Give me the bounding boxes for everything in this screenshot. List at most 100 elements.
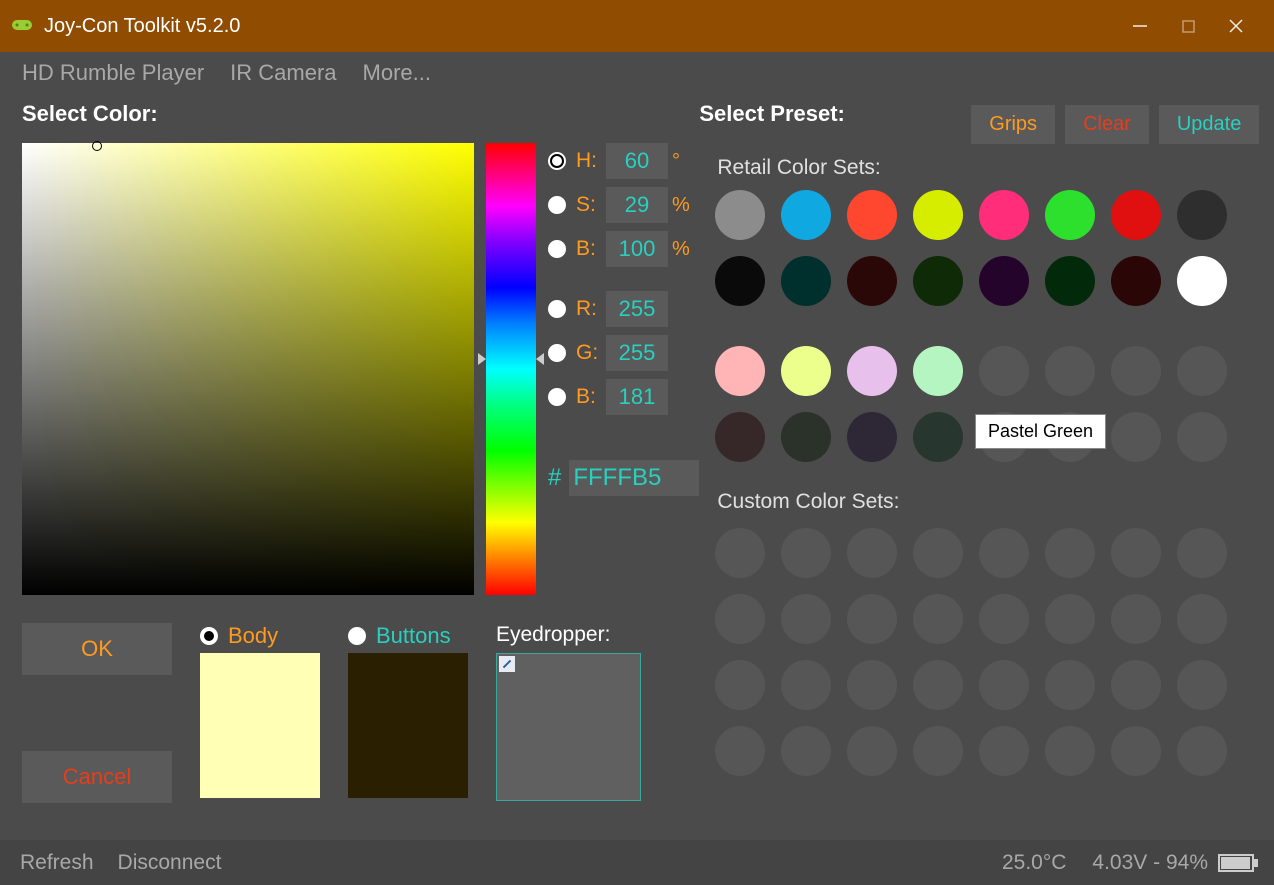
saturation-radio[interactable] — [548, 196, 566, 214]
buttons-radio[interactable] — [348, 627, 366, 645]
custom-preset-18[interactable] — [847, 660, 897, 710]
retail-preset-r2-2[interactable] — [847, 256, 897, 306]
tooltip-pastel-green: Pastel Green — [975, 414, 1106, 449]
brightness-label: B: — [576, 237, 602, 261]
buttons-swatch[interactable] — [348, 653, 468, 798]
update-button[interactable]: Update — [1159, 105, 1260, 144]
close-button[interactable] — [1226, 16, 1246, 36]
retail-preset-r1-7[interactable] — [1177, 190, 1227, 240]
brightness-input[interactable] — [606, 231, 668, 267]
red-label: R: — [576, 297, 602, 321]
retail-preset-r1-0[interactable] — [715, 190, 765, 240]
saturation-input[interactable] — [606, 187, 668, 223]
retail-preset-r1-2[interactable] — [847, 190, 897, 240]
saturation-value-picker[interactable] — [22, 143, 474, 595]
custom-preset-15[interactable] — [1177, 594, 1227, 644]
retail-empty-r3-1 — [1045, 346, 1095, 396]
green-input[interactable] — [606, 335, 668, 371]
custom-preset-28[interactable] — [979, 726, 1029, 776]
sv-cursor[interactable] — [92, 141, 102, 151]
brightness-unit: % — [672, 238, 690, 261]
minimize-button[interactable] — [1130, 16, 1150, 36]
custom-preset-13[interactable] — [1045, 594, 1095, 644]
retail-empty-r3-0 — [979, 346, 1029, 396]
menu-ir-camera[interactable]: IR Camera — [230, 60, 336, 86]
maximize-button[interactable] — [1178, 16, 1198, 36]
body-radio[interactable] — [200, 627, 218, 645]
custom-preset-16[interactable] — [715, 660, 765, 710]
retail-preset-r1-4[interactable] — [979, 190, 1029, 240]
cancel-button[interactable]: Cancel — [22, 751, 172, 803]
retail-preset-r2-1[interactable] — [781, 256, 831, 306]
retail-preset-r2-0[interactable] — [715, 256, 765, 306]
custom-preset-5[interactable] — [1045, 528, 1095, 578]
eyedropper-box[interactable] — [496, 653, 641, 801]
retail-preset-r4-0[interactable] — [715, 412, 765, 462]
retail-preset-r1-5[interactable] — [1045, 190, 1095, 240]
blue-input[interactable] — [606, 379, 668, 415]
blue-radio[interactable] — [548, 388, 566, 406]
refresh-link[interactable]: Refresh — [20, 851, 94, 875]
body-swatch[interactable] — [200, 653, 320, 798]
battery-icon — [1218, 854, 1254, 872]
custom-preset-26[interactable] — [847, 726, 897, 776]
custom-preset-23[interactable] — [1177, 660, 1227, 710]
retail-preset-r3-0[interactable] — [715, 346, 765, 396]
menu-hd-rumble[interactable]: HD Rumble Player — [22, 60, 204, 86]
brightness-radio[interactable] — [548, 240, 566, 258]
custom-preset-8[interactable] — [715, 594, 765, 644]
retail-preset-r2-5[interactable] — [1045, 256, 1095, 306]
retail-preset-r1-3[interactable] — [913, 190, 963, 240]
menu-more[interactable]: More... — [363, 60, 431, 86]
custom-preset-4[interactable] — [979, 528, 1029, 578]
retail-preset-r4-1[interactable] — [781, 412, 831, 462]
custom-preset-30[interactable] — [1111, 726, 1161, 776]
red-input[interactable] — [606, 291, 668, 327]
custom-preset-0[interactable] — [715, 528, 765, 578]
custom-preset-2[interactable] — [847, 528, 897, 578]
retail-preset-r3-3[interactable] — [913, 346, 963, 396]
custom-preset-31[interactable] — [1177, 726, 1227, 776]
red-radio[interactable] — [548, 300, 566, 318]
custom-preset-1[interactable] — [781, 528, 831, 578]
custom-preset-25[interactable] — [781, 726, 831, 776]
retail-preset-r1-6[interactable] — [1111, 190, 1161, 240]
custom-preset-7[interactable] — [1177, 528, 1227, 578]
custom-preset-20[interactable] — [979, 660, 1029, 710]
hex-input[interactable] — [569, 460, 699, 496]
retail-preset-r2-4[interactable] — [979, 256, 1029, 306]
custom-preset-29[interactable] — [1045, 726, 1095, 776]
custom-preset-27[interactable] — [913, 726, 963, 776]
green-radio[interactable] — [548, 344, 566, 362]
custom-preset-10[interactable] — [847, 594, 897, 644]
custom-preset-21[interactable] — [1045, 660, 1095, 710]
custom-preset-3[interactable] — [913, 528, 963, 578]
hue-radio[interactable] — [548, 152, 566, 170]
retail-preset-r1-1[interactable] — [781, 190, 831, 240]
custom-preset-19[interactable] — [913, 660, 963, 710]
retail-preset-r4-2[interactable] — [847, 412, 897, 462]
hue-input[interactable] — [606, 143, 668, 179]
disconnect-link[interactable]: Disconnect — [118, 851, 222, 875]
retail-preset-r2-6[interactable] — [1111, 256, 1161, 306]
retail-preset-r2-3[interactable] — [913, 256, 963, 306]
grips-button[interactable]: Grips — [971, 105, 1055, 144]
clear-button[interactable]: Clear — [1065, 105, 1149, 144]
custom-preset-11[interactable] — [913, 594, 963, 644]
custom-preset-14[interactable] — [1111, 594, 1161, 644]
custom-preset-12[interactable] — [979, 594, 1029, 644]
custom-preset-22[interactable] — [1111, 660, 1161, 710]
custom-preset-6[interactable] — [1111, 528, 1161, 578]
retail-preset-r4-3[interactable] — [913, 412, 963, 462]
hue-pointer-left — [478, 353, 486, 365]
retail-preset-r3-1[interactable] — [781, 346, 831, 396]
ok-button[interactable]: OK — [22, 623, 172, 675]
eyedropper-icon[interactable] — [499, 656, 515, 672]
custom-preset-24[interactable] — [715, 726, 765, 776]
retail-preset-r2-7[interactable] — [1177, 256, 1227, 306]
hue-slider[interactable] — [486, 143, 536, 595]
custom-preset-17[interactable] — [781, 660, 831, 710]
menu-bar: HD Rumble Player IR Camera More... — [0, 52, 1274, 93]
retail-preset-r3-2[interactable] — [847, 346, 897, 396]
custom-preset-9[interactable] — [781, 594, 831, 644]
